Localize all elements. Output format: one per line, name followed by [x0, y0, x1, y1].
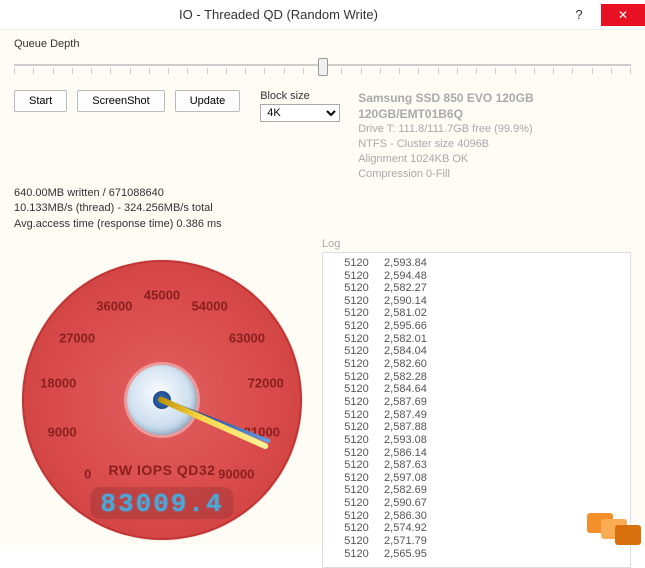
log-label: Log [322, 238, 631, 250]
start-button[interactable]: Start [14, 90, 67, 112]
drive-fs: NTFS - Cluster size 4096B [358, 137, 631, 152]
stats-block: 640.00MB written / 671088640 10.133MB/s … [14, 186, 631, 232]
drive-compress: Compression 0-Fill [358, 167, 631, 182]
log-row: 5120 2,582.27 [329, 282, 624, 295]
stat-written: 640.00MB written / 671088640 [14, 186, 631, 201]
gauge-tick: 45000 [144, 287, 180, 302]
block-size-group: Block size 4K [260, 90, 340, 122]
log-row: 5120 2,590.67 [329, 497, 624, 510]
screenshot-button[interactable]: ScreenShot [77, 90, 164, 112]
drive-info: Samsung SSD 850 EVO 120GB 120GB/EMT01B6Q… [358, 90, 631, 182]
block-size-select[interactable]: 4K [260, 104, 340, 122]
update-button[interactable]: Update [175, 90, 240, 112]
gauge-tick: 90000 [218, 467, 254, 482]
window-title: IO - Threaded QD (Random Write) [0, 7, 557, 22]
queue-depth-slider[interactable] [14, 54, 631, 84]
gauge-tick: 63000 [229, 331, 265, 346]
gauge-readout: 83009.4 [90, 487, 233, 519]
log-row: 5120 2,582.69 [329, 484, 624, 497]
gauge-panel: 0 9000 18000 27000 36000 45000 54000 63000 72000… [14, 238, 314, 568]
gauge-tick: 0 [84, 467, 91, 482]
gauge-tick: 9000 [48, 425, 77, 440]
log-row: 5120 2,587.49 [329, 409, 624, 422]
content-area: Queue Depth Start ScreenShot Update Bloc… [0, 30, 645, 545]
queue-depth-label: Queue Depth [14, 38, 631, 50]
stat-latency: Avg.access time (response time) 0.386 ms [14, 217, 631, 232]
log-row: 5120 2,587.69 [329, 396, 624, 409]
log-row: 5120 2,584.64 [329, 383, 624, 396]
close-button[interactable]: ✕ [601, 4, 645, 26]
block-size-label: Block size [260, 90, 340, 102]
log-row: 5120 2,590.14 [329, 295, 624, 308]
log-row: 5120 2,582.60 [329, 358, 624, 371]
drive-align: Alignment 1024KB OK [358, 152, 631, 167]
help-button[interactable]: ? [557, 4, 601, 26]
slider-thumb[interactable] [318, 58, 328, 76]
controls-row: Start ScreenShot Update Block size 4K Sa… [14, 90, 631, 182]
log-row: 5120 2,587.88 [329, 421, 624, 434]
gauge-tick: 18000 [40, 376, 76, 391]
log-row: 5120 2,581.02 [329, 307, 624, 320]
log-row: 5120 2,587.63 [329, 459, 624, 472]
log-row: 5120 2,594.48 [329, 270, 624, 283]
titlebar: IO - Threaded QD (Random Write) ? ✕ [0, 0, 645, 30]
iops-gauge: 0 9000 18000 27000 36000 45000 54000 63000 72000… [22, 260, 302, 540]
log-row: 5120 2,595.66 [329, 320, 624, 333]
drive-name: Samsung SSD 850 EVO 120GB 120GB/EMT01B6Q [358, 90, 631, 122]
log-row: 5120 2,593.84 [329, 257, 624, 270]
gauge-tick: 72000 [248, 376, 284, 391]
gauge-tick: 54000 [192, 299, 228, 314]
log-row: 5120 2,597.08 [329, 472, 624, 485]
gauge-tick: 36000 [96, 299, 132, 314]
stat-throughput: 10.133MB/s (thread) - 324.256MB/s total [14, 201, 631, 216]
log-row: 5120 2,586.14 [329, 447, 624, 460]
gauge-tick: 27000 [59, 331, 95, 346]
log-row: 5120 2,584.04 [329, 345, 624, 358]
log-list[interactable]: 5120 2,593.84 5120 2,594.48 5120 2,582.2… [322, 252, 631, 568]
log-row: 5120 2,586.30 [329, 510, 624, 523]
log-row: 5120 2,571.79 [329, 535, 624, 548]
log-row: 5120 2,565.95 [329, 548, 624, 561]
log-row: 5120 2,582.01 [329, 333, 624, 346]
log-row: 5120 2,593.08 [329, 434, 624, 447]
gauge-title: RW IOPS QD32 [109, 462, 216, 478]
log-row: 5120 2,582.28 [329, 371, 624, 384]
drive-free: Drive T: 111.8/111.7GB free (99.9%) [358, 122, 631, 137]
log-row: 5120 2,574.92 [329, 522, 624, 535]
